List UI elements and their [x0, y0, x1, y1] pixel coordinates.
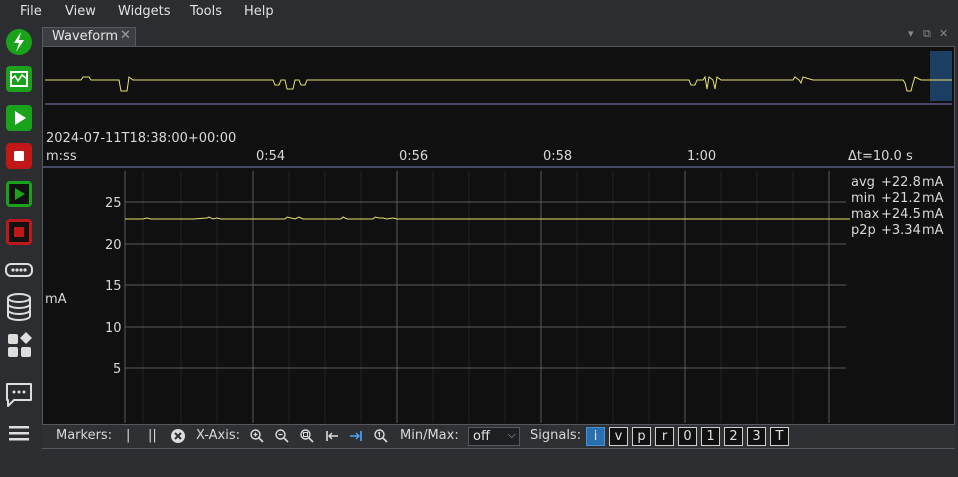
signal-3-button[interactable]: 3	[747, 427, 766, 446]
timeline-header: 2024-07-11T18:38:00+00:00 m:ss 0:54 0:56…	[43, 131, 954, 168]
zoom-reset-icon[interactable]	[373, 428, 389, 444]
signal-0-button[interactable]: 0	[678, 427, 697, 446]
stat-label: avg	[851, 175, 875, 190]
signals-label: Signals:	[530, 428, 582, 443]
time-tick: 0:54	[256, 149, 285, 164]
stats-box: avg +22.8 mA min +21.2 mA max +24.5 mA p…	[851, 175, 944, 238]
stat-value: +22.8	[881, 175, 921, 190]
menu-icon[interactable]	[4, 418, 34, 448]
stop-single-icon[interactable]	[4, 217, 34, 247]
stat-value: +21.2	[881, 191, 921, 206]
zoom-all-icon[interactable]	[299, 428, 315, 444]
y-tick: 5	[113, 362, 121, 377]
minmax-value: off	[473, 429, 490, 444]
dual-marker-button[interactable]: ||	[148, 428, 157, 443]
signal-2-button[interactable]: 2	[724, 427, 743, 446]
zoom-out-icon[interactable]	[274, 428, 290, 444]
tab-waveform[interactable]: Waveform ✕	[42, 27, 136, 46]
xaxis-label: X-Axis:	[196, 428, 241, 443]
float-window-icon[interactable]: ⧉	[923, 27, 931, 41]
time-tick: 0:56	[399, 149, 428, 164]
signal-p-button[interactable]: p	[632, 427, 651, 446]
menu-file[interactable]: File	[20, 4, 42, 19]
stat-label: p2p	[851, 223, 876, 238]
overview-strip[interactable]	[45, 51, 952, 105]
y-axis-label: mA	[45, 292, 67, 307]
markers-label: Markers:	[56, 428, 113, 443]
stat-unit: mA	[922, 207, 944, 222]
stop-icon[interactable]	[4, 141, 34, 171]
widgets-icon[interactable]	[4, 330, 34, 360]
stat-label: min	[851, 191, 876, 206]
stat-value: +3.34	[881, 223, 921, 238]
y-tick: 15	[105, 279, 122, 294]
power-icon[interactable]	[4, 27, 34, 57]
signal-t-button[interactable]: T	[770, 427, 789, 446]
chevron-down-icon: ⌵	[507, 428, 516, 441]
y-tick: 20	[105, 238, 122, 253]
jump-end-icon[interactable]	[348, 428, 364, 444]
zoom-in-icon[interactable]	[249, 428, 265, 444]
play-single-icon[interactable]	[4, 179, 34, 209]
time-tick: 0:58	[543, 149, 572, 164]
device-icon[interactable]	[4, 255, 34, 285]
overview-viewport[interactable]	[930, 51, 952, 101]
signal-i-button[interactable]: i	[586, 427, 605, 446]
timeline-timestamp: 2024-07-11T18:38:00+00:00	[46, 131, 236, 146]
tab-strip: Waveform ✕ ▾ ⧉ ✕	[42, 26, 956, 46]
time-delta: Δt=10.0 s	[848, 149, 913, 164]
jump-start-icon[interactable]	[324, 428, 340, 444]
stat-unit: mA	[922, 223, 944, 238]
time-tick: 1:00	[687, 149, 716, 164]
stat-value: +24.5	[881, 207, 921, 222]
dock-menu-icon[interactable]: ▾	[908, 27, 914, 40]
clear-markers-icon[interactable]	[170, 428, 186, 444]
current-trace	[125, 216, 850, 220]
stat-unit: mA	[922, 175, 944, 190]
y-tick: 25	[105, 196, 122, 211]
single-marker-button[interactable]: |	[126, 428, 130, 443]
signal-1-button[interactable]: 1	[701, 427, 720, 446]
sidebar	[0, 24, 38, 477]
waveform-panel: 2024-07-11T18:38:00+00:00 m:ss 0:54 0:56…	[42, 46, 955, 449]
play-icon[interactable]	[4, 103, 34, 133]
minmax-label: Min/Max:	[400, 428, 459, 443]
signal-r-button[interactable]: r	[655, 427, 674, 446]
menu-view[interactable]: View	[65, 4, 96, 19]
capture-icon[interactable]	[4, 64, 34, 94]
chat-icon[interactable]	[4, 380, 34, 410]
menu-widgets[interactable]: Widgets	[118, 4, 171, 19]
storage-icon[interactable]	[4, 292, 34, 322]
close-panel-icon[interactable]: ✕	[939, 27, 948, 40]
tab-label: Waveform	[52, 29, 118, 44]
plot-area[interactable]: 25 20 15 10 5 mA	[45, 171, 850, 423]
minmax-select[interactable]: off ⌵	[468, 427, 520, 446]
signal-v-button[interactable]: v	[609, 427, 628, 446]
tab-close-icon[interactable]: ✕	[120, 28, 131, 43]
waveform-toolbar: Markers: | || X-Axis: Min/Max: off ⌵ Sig…	[42, 424, 955, 448]
stat-label: max	[851, 207, 880, 222]
y-tick: 10	[105, 321, 122, 336]
stat-unit: mA	[922, 191, 944, 206]
timeline-format: m:ss	[46, 149, 77, 164]
menu-tools[interactable]: Tools	[190, 4, 222, 19]
menu-bar: File View Widgets Tools Help	[0, 0, 958, 24]
menu-help[interactable]: Help	[244, 4, 274, 19]
